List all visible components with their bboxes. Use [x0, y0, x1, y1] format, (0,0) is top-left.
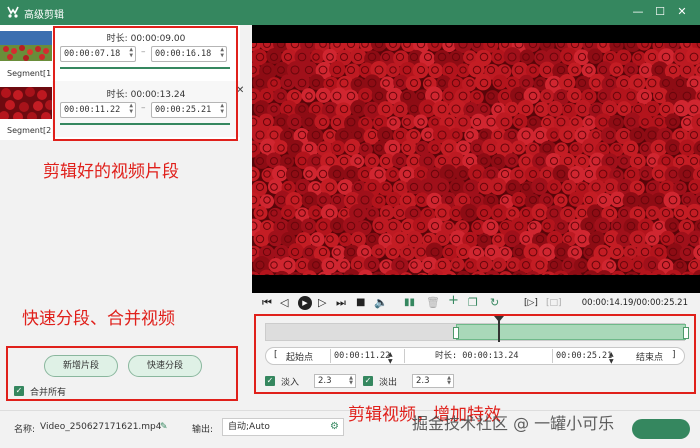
- flower-field-thumbnail: [0, 31, 52, 61]
- time-readout: 00:00:14.19/00:00:25.21: [581, 298, 688, 308]
- player-controls: ⏮ ◁ ▶ ▷ ⏭ ■ 🔈 ▮▮ 🗑 + ❐ ↻ [▷] [□] 00:00:1…: [252, 293, 700, 313]
- split-clip-icon[interactable]: ▮▮: [404, 296, 415, 310]
- close-button[interactable]: ✕: [674, 5, 690, 19]
- reset-icon[interactable]: ↻: [490, 296, 499, 310]
- window-title: 高级剪辑: [24, 10, 64, 21]
- mark-in-icon[interactable]: [▷]: [524, 296, 538, 310]
- skip-to-start-icon[interactable]: ⏮: [262, 296, 272, 310]
- output-label: 输出:: [192, 425, 214, 435]
- edit-controls-highlight-box: [254, 314, 696, 394]
- title-bar: 高级剪辑 — ☐ ✕: [0, 0, 700, 25]
- output-format-select[interactable]: 自动;Auto: [222, 418, 344, 436]
- volume-icon[interactable]: 🔈: [374, 296, 388, 310]
- mark-out-icon[interactable]: [□]: [546, 296, 562, 310]
- annotation-clipped-segments: 剪辑好的视频片段: [43, 162, 179, 182]
- ok-button[interactable]: [632, 419, 690, 439]
- merge-all-label: 合并所有: [30, 388, 67, 398]
- watermark: 掘金技术社区 @ 一罐小可乐: [412, 414, 615, 433]
- roses-thumbnail: [0, 87, 52, 119]
- segments-highlight-box: [53, 26, 238, 141]
- step-forward-icon[interactable]: ▷: [318, 296, 326, 310]
- merge-all-checkbox[interactable]: ✓: [14, 386, 24, 396]
- segment-thumbnail-1[interactable]: [0, 31, 52, 61]
- step-back-icon[interactable]: ◁: [280, 296, 288, 310]
- delete-icon[interactable]: 🗑: [426, 296, 440, 310]
- name-label: 名称:: [14, 425, 36, 435]
- settings-gear-icon[interactable]: ⚙: [330, 421, 339, 432]
- quick-split-button[interactable]: 快速分段: [128, 355, 202, 377]
- segment-label-1: Segment[1]: [7, 69, 55, 78]
- edit-name-icon[interactable]: ✎: [160, 422, 168, 432]
- segment-thumbnail-list: Segment[1] Segment[2]: [0, 25, 55, 140]
- file-name: Video_250627171621.mp4: [40, 422, 162, 432]
- add-icon[interactable]: +: [448, 294, 459, 308]
- segment-label-2: Segment[2]: [7, 126, 55, 135]
- add-segment-button[interactable]: 新增片段: [44, 355, 118, 377]
- maximize-button[interactable]: ☐: [652, 5, 668, 19]
- play-button[interactable]: ▶: [298, 296, 312, 310]
- copy-icon[interactable]: ❐: [468, 296, 478, 310]
- app-logo-icon: [7, 6, 19, 18]
- roses-video-frame: [252, 43, 700, 275]
- skip-to-end-icon[interactable]: ⏭: [336, 296, 346, 310]
- stop-icon[interactable]: ■: [356, 296, 365, 310]
- annotation-quick-split: 快速分段、合并视频: [22, 309, 175, 329]
- segment-thumbnail-2[interactable]: [0, 87, 52, 119]
- minimize-button[interactable]: —: [630, 5, 646, 19]
- video-preview[interactable]: [252, 25, 700, 293]
